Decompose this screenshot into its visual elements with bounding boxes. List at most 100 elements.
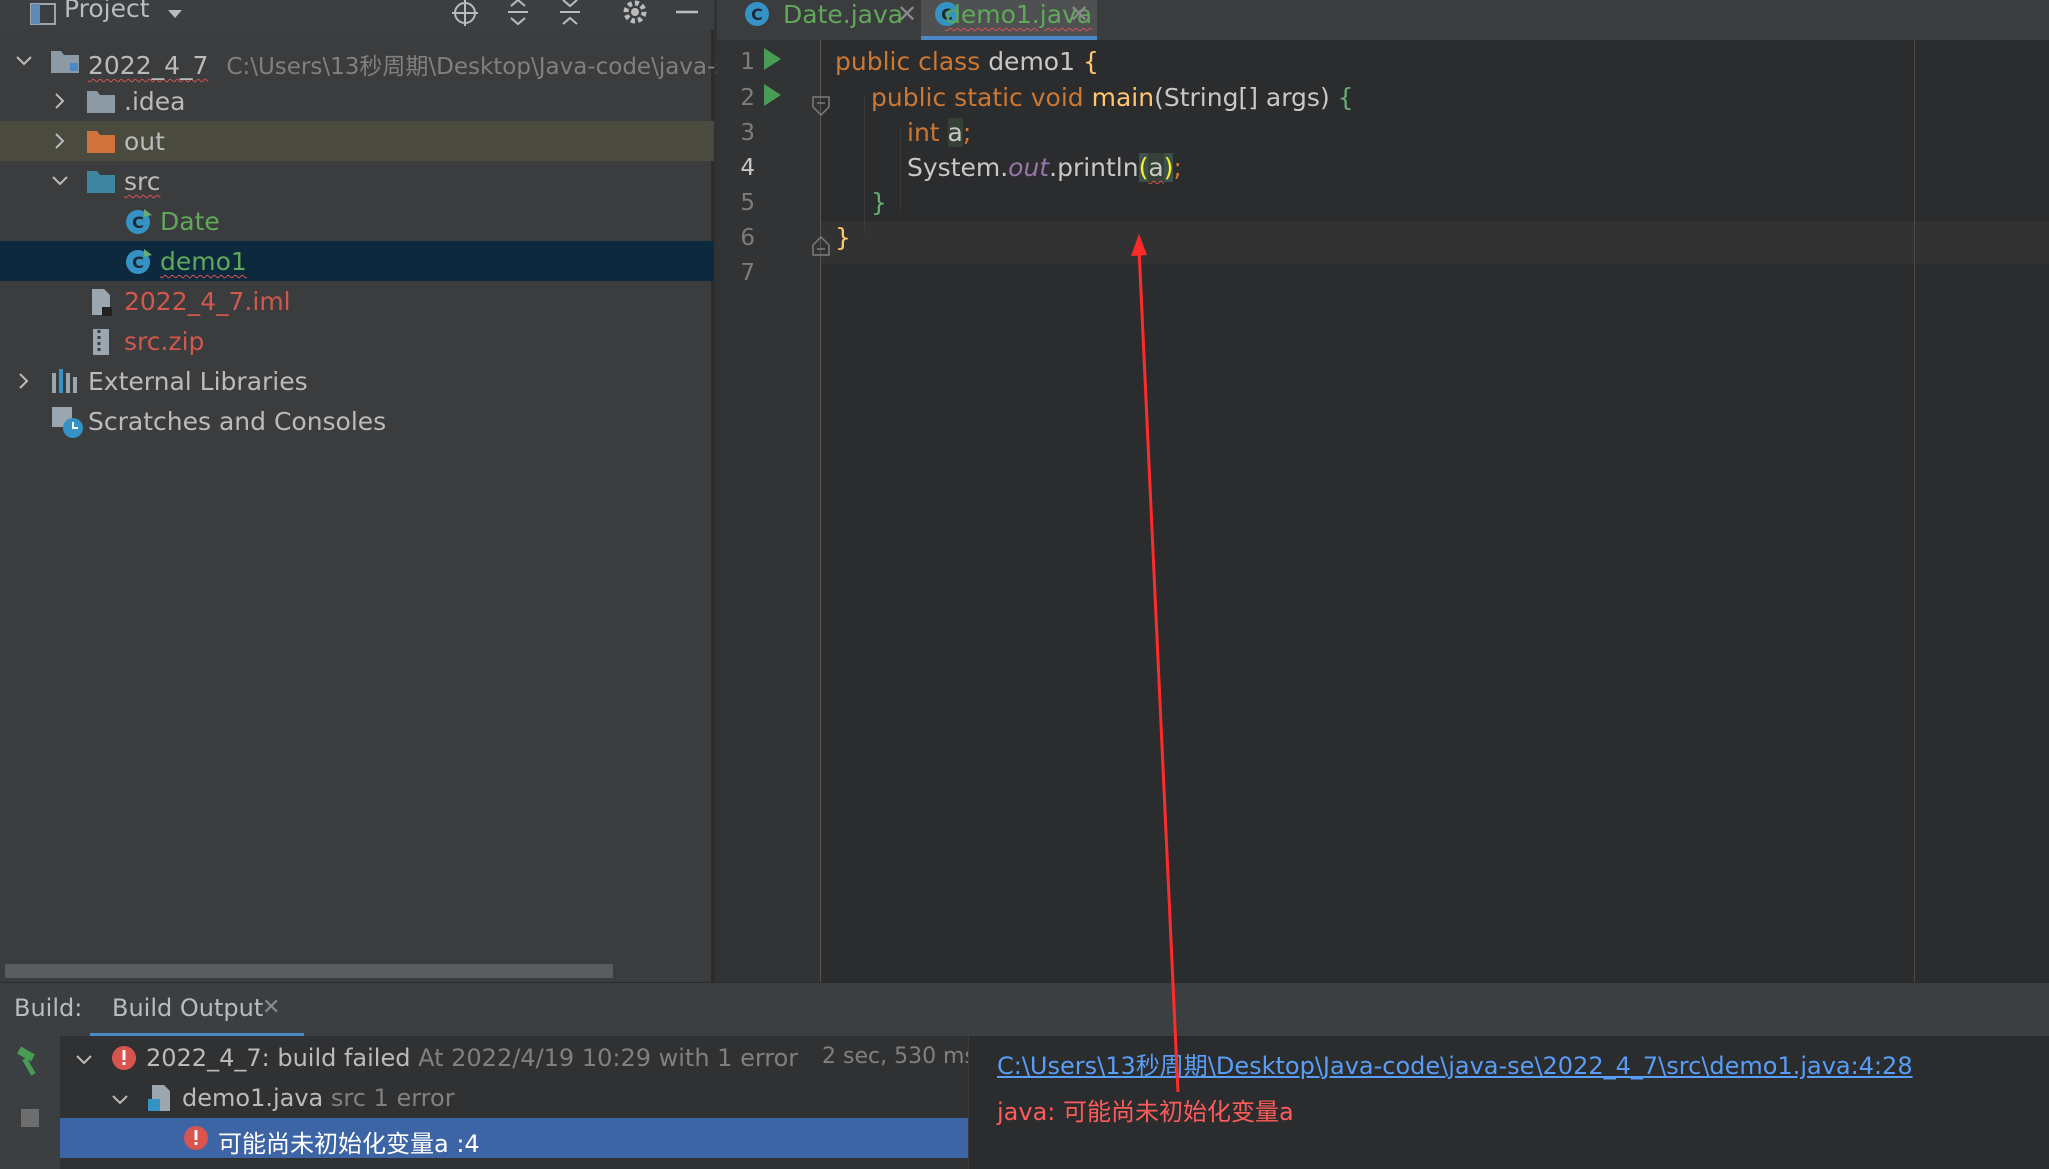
line-number: 4 <box>740 155 755 181</box>
chevron-right-icon[interactable] <box>50 91 70 111</box>
svg-text:C: C <box>132 253 144 272</box>
tree-row-external-libraries[interactable]: External Libraries <box>0 361 714 401</box>
module-folder-icon <box>51 51 79 73</box>
build-file-detail: src 1 error <box>330 1084 455 1112</box>
tree-label: External Libraries <box>88 367 308 396</box>
project-header: Project <box>0 0 714 30</box>
chevron-down-icon[interactable] <box>160 0 190 30</box>
chevron-down-icon[interactable] <box>110 1090 130 1110</box>
folder-icon <box>87 91 115 113</box>
line-number: 3 <box>740 120 755 146</box>
minimize-icon[interactable] <box>672 0 702 30</box>
chevron-down-icon[interactable] <box>14 51 34 71</box>
chevron-right-icon[interactable] <box>14 371 34 391</box>
java-class-icon: C <box>745 2 769 26</box>
tree-row-scratches[interactable]: Scratches and Consoles <box>0 401 714 441</box>
line-number: 2 <box>740 85 755 111</box>
build-file-title: demo1.java <box>182 1084 324 1112</box>
build-row-file[interactable]: demo1.java src 1 error <box>60 1078 968 1118</box>
collapse-all-icon[interactable] <box>555 0 585 30</box>
locate-icon[interactable] <box>450 0 480 30</box>
tree-label: .idea <box>124 87 186 116</box>
project-title[interactable]: Project <box>64 0 150 23</box>
line-number: 6 <box>740 225 755 251</box>
code-line-3: int a; <box>907 118 972 147</box>
tree-label: src <box>124 167 161 196</box>
code-line-6: } <box>835 223 851 252</box>
tab-demo1-java[interactable]: C demo1.java ✕ <box>921 0 1097 40</box>
tab-build-output[interactable]: Build Output ✕ <box>90 983 304 1037</box>
tree-row-out[interactable]: out <box>0 121 714 161</box>
tree-row-idea[interactable]: .idea <box>0 81 714 121</box>
chevron-down-icon[interactable] <box>74 1050 94 1070</box>
libraries-icon <box>52 369 77 393</box>
project-view-icon <box>28 0 58 30</box>
tab-date-java[interactable]: C Date.java ✕ <box>729 0 929 40</box>
tree-row-demo1[interactable]: C demo1 <box>0 241 714 281</box>
tab-label: Build Output <box>112 994 264 1022</box>
build-output-console[interactable]: C:\Users\13秒周期\Desktop\Java-code\java-se… <box>968 1036 2049 1169</box>
close-icon[interactable]: ✕ <box>262 995 280 1020</box>
tree-label: Date <box>160 207 220 236</box>
root-path: C:\Users\13秒周期\Desktop\Java-code\java-se <box>226 54 742 80</box>
build-row-error[interactable]: 可能尚未初始化变量a :4 <box>60 1118 968 1158</box>
folder-orange-icon <box>87 131 115 153</box>
expand-all-icon[interactable] <box>503 0 533 30</box>
chevron-down-icon[interactable] <box>50 171 70 191</box>
fold-icon[interactable] <box>811 235 831 257</box>
line-number: 1 <box>740 49 755 75</box>
archive-icon <box>93 329 109 355</box>
svg-text:C: C <box>751 5 763 24</box>
scratches-icon <box>52 407 83 438</box>
build-tool-header: Build: Build Output ✕ <box>0 982 2049 1037</box>
tree-row-date[interactable]: C Date <box>0 201 714 241</box>
close-icon[interactable]: ✕ <box>1069 0 1089 28</box>
stop-icon[interactable] <box>18 1106 42 1130</box>
code-line-2: public static void main(String[] args) { <box>871 83 1354 112</box>
chevron-right-icon[interactable] <box>50 131 70 151</box>
tree-label: 2022_4_7.iml <box>124 287 291 316</box>
build-row-root[interactable]: 2022_4_7: build failed At 2022/4/19 10:2… <box>60 1038 976 1078</box>
tree-row-root[interactable]: 2022_4_7 C:\Users\13秒周期\Desktop\Java-cod… <box>0 41 741 81</box>
tree-label: src.zip <box>124 327 205 356</box>
hammer-icon[interactable] <box>14 1046 46 1078</box>
tree-label: Scratches and Consoles <box>88 407 387 436</box>
error-location-link[interactable]: C:\Users\13秒周期\Desktop\Java-code\java-se… <box>997 1046 1913 1081</box>
fold-icon[interactable] <box>811 95 831 117</box>
build-error-title: 可能尚未初始化变量a :4 <box>218 1130 480 1158</box>
run-icon[interactable] <box>761 46 783 72</box>
build-tool-body: 2022_4_7: build failed At 2022/4/19 10:2… <box>0 1036 2049 1169</box>
tree-row-src[interactable]: src <box>0 161 714 201</box>
line-number: 7 <box>740 260 755 286</box>
code-line-4: System.out.println(a); <box>907 153 1182 182</box>
build-tree: 2022_4_7: build failed At 2022/4/19 10:2… <box>60 1036 976 1169</box>
tab-label: Date.java <box>783 0 904 29</box>
build-duration: 2 sec, 530 ms <box>822 1044 976 1069</box>
editor-tab-bar: C Date.java ✕ C demo1.java ✕ <box>717 0 2049 40</box>
build-root-detail: At 2022/4/19 10:29 with 1 error <box>418 1044 799 1072</box>
editor-gutter: 1 2 3 4 5 6 7 <box>717 40 830 982</box>
horizontal-scrollbar[interactable] <box>5 964 613 978</box>
error-message: java: 可能尚未初始化变量a <box>997 1098 1294 1126</box>
java-class-icon: C <box>126 249 152 274</box>
java-class-icon: C <box>126 209 152 234</box>
gear-icon[interactable] <box>620 0 650 30</box>
tree-row-srczip[interactable]: src.zip <box>0 321 714 361</box>
code-editor[interactable]: 1 2 3 4 5 6 7 public class demo1 { publi… <box>717 40 2049 982</box>
tree-label: demo1 <box>160 247 247 276</box>
root-name: 2022_4_7 <box>88 51 209 80</box>
source-folder-icon <box>87 171 115 193</box>
project-panel: Project 2022_4_7 C:\Users\13秒周期\Desktop\… <box>0 0 741 982</box>
build-label: Build: <box>14 994 83 1022</box>
tree-label: out <box>124 127 165 156</box>
line-number: 5 <box>740 190 755 216</box>
svg-text:C: C <box>132 213 144 232</box>
tree-row-iml[interactable]: 2022_4_7.iml <box>0 281 714 321</box>
close-icon[interactable]: ✕ <box>897 0 917 28</box>
run-icon[interactable] <box>761 82 783 108</box>
build-toolbar <box>0 1036 60 1169</box>
current-line-highlight <box>821 221 2049 264</box>
error-icon <box>112 1046 136 1070</box>
error-icon <box>184 1126 208 1150</box>
code-line-1: public class demo1 { <box>835 47 1099 76</box>
